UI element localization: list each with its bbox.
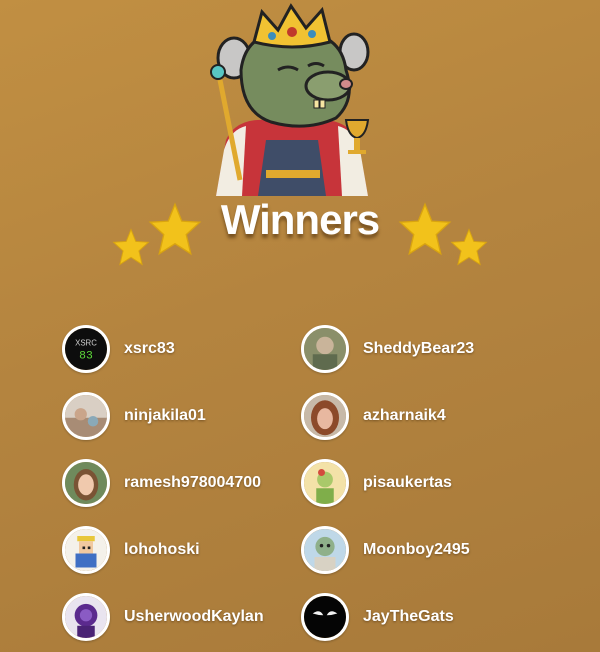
username[interactable]: UsherwoodKaylan xyxy=(124,608,264,626)
user-avatar[interactable] xyxy=(62,525,110,574)
winner-item[interactable]: azharnaik4 xyxy=(301,382,540,449)
winner-item[interactable]: ramesh978004700 xyxy=(62,449,301,516)
winners-row: XSRC 83 xsrc83 SheddyBear23 xyxy=(62,315,542,382)
username[interactable]: SheddyBear23 xyxy=(363,340,474,358)
user-avatar[interactable] xyxy=(62,458,110,507)
winner-item[interactable]: XSRC 83 xsrc83 xyxy=(62,315,301,382)
winner-item[interactable]: lohohoski xyxy=(62,516,301,583)
svg-text:XSRC: XSRC xyxy=(75,338,97,347)
user-avatar[interactable] xyxy=(62,592,110,641)
username[interactable]: JayTheGats xyxy=(363,608,454,626)
svg-text:83: 83 xyxy=(79,350,93,362)
winner-item[interactable]: UsherwoodKaylan xyxy=(62,583,301,650)
winners-row: lohohoski Moonboy2495 xyxy=(62,516,542,583)
user-avatar[interactable] xyxy=(301,391,349,440)
user-avatar[interactable] xyxy=(301,592,349,641)
page-title: Winners xyxy=(220,196,380,243)
user-avatar[interactable] xyxy=(62,391,110,440)
winners-grid: XSRC 83 xsrc83 SheddyBear23 ninjakila01 xyxy=(62,315,542,650)
username[interactable]: Moonboy2495 xyxy=(363,541,470,559)
winners-row: ninjakila01 azharnaik4 xyxy=(62,382,542,449)
winner-item[interactable]: pisaukertas xyxy=(301,449,540,516)
username[interactable]: lohohoski xyxy=(124,541,200,559)
winner-item[interactable]: ninjakila01 xyxy=(62,382,301,449)
user-avatar[interactable] xyxy=(301,458,349,507)
winner-item[interactable]: SheddyBear23 xyxy=(301,315,540,382)
winners-row: ramesh978004700 pisaukertas xyxy=(62,449,542,516)
username[interactable]: ramesh978004700 xyxy=(124,474,261,492)
user-avatar[interactable] xyxy=(301,324,349,373)
user-avatar[interactable]: XSRC 83 xyxy=(62,324,110,373)
username[interactable]: xsrc83 xyxy=(124,340,175,358)
username[interactable]: azharnaik4 xyxy=(363,407,446,425)
winner-item[interactable]: Moonboy2495 xyxy=(301,516,540,583)
username[interactable]: ninjakila01 xyxy=(124,407,206,425)
user-avatar[interactable] xyxy=(301,525,349,574)
winner-item[interactable]: JayTheGats xyxy=(301,583,540,650)
mascot-illustration xyxy=(210,3,370,196)
username[interactable]: pisaukertas xyxy=(363,474,452,492)
winners-row: UsherwoodKaylan JayTheGats xyxy=(62,583,542,650)
